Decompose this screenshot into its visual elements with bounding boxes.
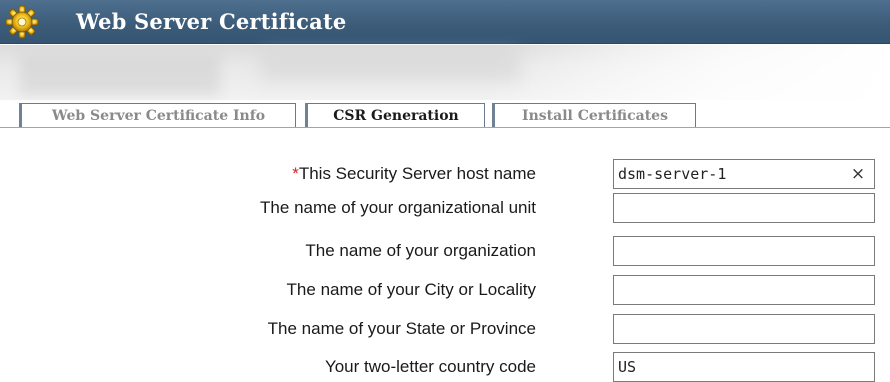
page-title: Web Server Certificate — [76, 9, 347, 34]
state-label: The name of your State or Province — [267, 319, 536, 338]
city-label: The name of your City or Locality — [286, 280, 536, 299]
clear-icon[interactable]: × — [848, 164, 868, 184]
form-row-state: The name of your State or Province — [0, 311, 890, 344]
host-name-label: This Security Server host name — [298, 164, 536, 183]
form-row-organization: The name of your organization — [0, 233, 890, 266]
tab-web-server-certificate-info[interactable]: Web Server Certificate Info — [19, 103, 296, 127]
state-input[interactable] — [613, 314, 875, 344]
organizational-unit-label: The name of your organizational unit — [260, 198, 536, 217]
header-banner — [0, 45, 890, 100]
title-bar: Web Server Certificate — [0, 0, 890, 44]
tab-install-certificates[interactable]: Install Certificates — [492, 103, 696, 127]
organization-label: The name of your organization — [305, 241, 536, 260]
country-code-input[interactable] — [613, 352, 875, 382]
form-row-city: The name of your City or Locality — [0, 272, 890, 305]
required-marker: * — [292, 164, 299, 183]
organization-input[interactable] — [613, 236, 875, 266]
tab-csr-generation[interactable]: CSR Generation — [305, 103, 485, 127]
tab-bar: Web Server Certificate Info CSR Generati… — [0, 100, 890, 128]
gear-icon — [0, 0, 44, 44]
form-row-country-code: Your two-letter country code — [0, 349, 890, 382]
form-row-organizational-unit: The name of your organizational unit — [0, 190, 890, 223]
city-input[interactable] — [613, 275, 875, 305]
host-name-input[interactable] — [613, 159, 875, 189]
organizational-unit-input[interactable] — [613, 193, 875, 223]
country-code-label: Your two-letter country code — [324, 357, 536, 376]
form-row-host-name: *This Security Server host name × — [0, 156, 890, 189]
